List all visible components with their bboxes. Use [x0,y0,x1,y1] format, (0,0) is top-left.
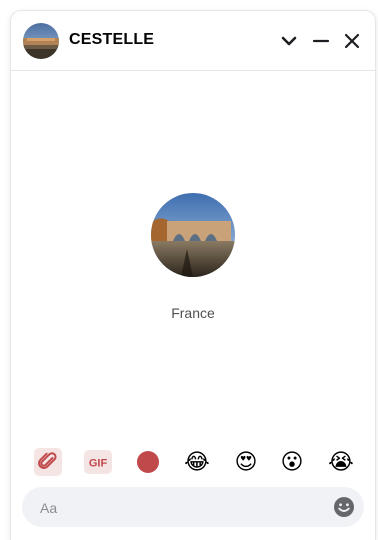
gif-label: GIF [89,458,108,470]
contact-name[interactable]: CESTELLE [69,31,154,49]
smiley-icon [334,497,354,517]
message-input[interactable] [38,487,322,529]
bridge-photo-icon [151,193,235,277]
emoji-picker-button[interactable] [333,496,355,518]
minimize-button[interactable] [309,29,333,53]
gif-button[interactable]: GIF [83,447,113,477]
emoji-surprised-button[interactable]: 😮 [277,447,307,477]
close-button[interactable] [340,29,364,53]
attach-button[interactable] [33,447,63,477]
bridge-photo-icon [23,23,59,59]
emoji-laugh-cry-button[interactable]: 😂 [182,447,212,477]
profile-avatar[interactable] [151,193,235,277]
close-icon [344,33,360,49]
profile-location: France [171,305,215,321]
emoji-heart-eyes-button[interactable]: 😍 [231,447,261,477]
record-button[interactable] [133,447,163,477]
chat-header: CESTELLE [11,11,375,71]
paperclip-icon [34,448,62,476]
gif-icon: GIF [84,450,112,474]
message-bar [22,487,364,529]
avatar[interactable] [23,23,59,59]
composer-toolbar: GIF 😂 😍 😮 😭 [11,447,375,477]
minimize-icon [312,39,330,43]
chevron-down-button[interactable] [277,29,301,53]
record-icon [137,451,159,473]
emoji-crying-button[interactable]: 😭 [326,447,356,477]
chevron-down-icon [281,36,297,46]
chat-window: CESTELLE France GIF 😂 😍 😮 😭 Aa [11,11,375,540]
